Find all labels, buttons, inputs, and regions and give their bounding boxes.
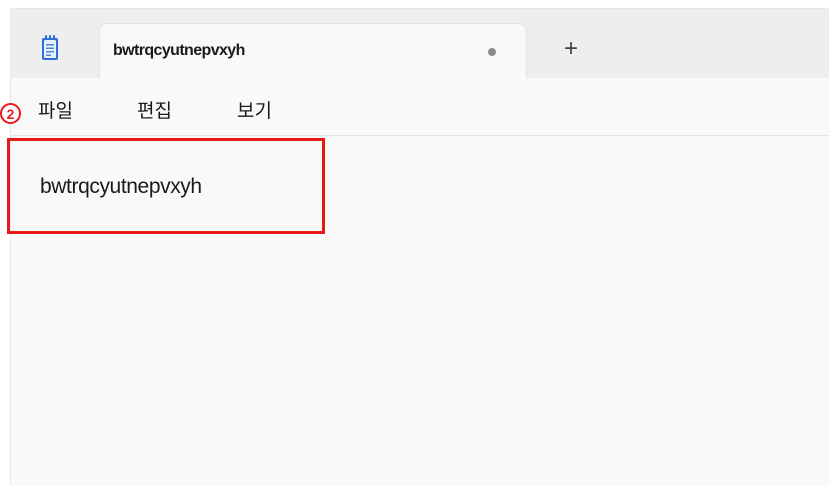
menu-edit[interactable]: 편집 [137,96,172,123]
menu-bar: 파일 편집 보기 [11,78,829,136]
menu-file[interactable]: 파일 [38,96,73,123]
menu-view[interactable]: 보기 [237,96,272,123]
new-tab-button[interactable]: + [553,31,589,67]
step-marker: 2 [0,103,21,124]
title-bar: bwtrqcyutnepvxyh + [11,9,829,79]
unsaved-dot-icon[interactable] [488,48,496,56]
notepad-icon [41,35,59,61]
document-tab[interactable]: bwtrqcyutnepvxyh [99,23,527,79]
plus-icon: + [563,35,578,62]
highlight-box [7,138,325,234]
tab-title: bwtrqcyutnepvxyh [113,42,245,59]
notepad-window: bwtrqcyutnepvxyh + 파일 편집 보기 bwtrqcyutnep… [10,8,829,486]
